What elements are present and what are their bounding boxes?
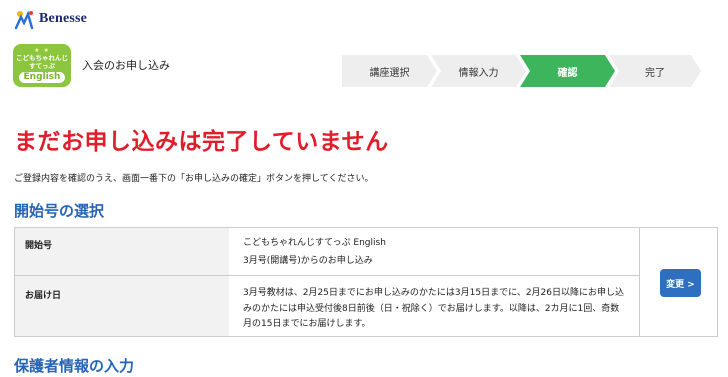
step-info-input: 情報入力 [431,55,526,87]
step-label: 確認 [557,67,578,79]
start-issue-month: 3月号(開講号)からのお申し込み [243,255,373,266]
step-confirm: 確認 [520,55,615,87]
course-badge: ★ ★ こどもちゃれんじ すてっぷ English [13,44,71,87]
row-value-delivery: 3月号教材は、2月25日までにお申し込みのかたには3月15日までに、2月26日以… [243,286,624,333]
benesse-logo-text: Benesse [39,11,88,26]
section-title-start-issue: 開始号の選択 [14,202,105,220]
column-divider [639,228,640,336]
delivery-line: 3月号教材は、2月25日までにお申し込みのかたには3月15日までに、2月26日以… [243,288,624,298]
start-issue-course: こどもちゃれんじすてっぷ English [243,238,386,248]
row-label-delivery: お届け日 [15,276,229,336]
step-label: 講座選択 [369,67,410,79]
badge-english: English [18,72,66,83]
row-label-start-issue: 開始号 [15,228,229,275]
delivery-line: 月の15日までにお届けします。 [243,319,371,329]
step-course-select: 講座選択 [342,55,437,87]
benesse-logo-icon [12,8,38,30]
instruction-text: ご登録内容を確認のうえ、画面一番下の「お申し込みの確定」ボタンを押してください。 [14,174,374,184]
delivery-line: みのかたには申込受付後8日前後（日・祝除く）でお届けします。以降は、2カ月に1回… [243,303,620,314]
step-label: 完了 [645,67,665,79]
step-label: 情報入力 [458,67,499,79]
step-complete: 完了 [609,55,701,87]
section-title-guardian: 保護者情報の入力 [14,357,135,375]
page-title: 入会のお申し込み [82,59,170,72]
badge-line2: すてっぷ [29,62,55,70]
change-button[interactable]: 変更 > [660,269,701,297]
badge-line1: こどもちゃれんじ [16,54,68,62]
incomplete-warning: まだお申し込みは完了していません [14,129,389,155]
progress-steps: 講座選択 情報入力 確認 完了 [342,55,695,87]
benesse-logo[interactable]: Benesse [12,8,87,30]
start-issue-table: 開始号 こどもちゃれんじすてっぷ English 3月号(開講号)からのお申し込… [14,227,718,337]
row-value-start-issue: こどもちゃれんじすてっぷ English 3月号(開講号)からのお申し込み [243,236,386,269]
